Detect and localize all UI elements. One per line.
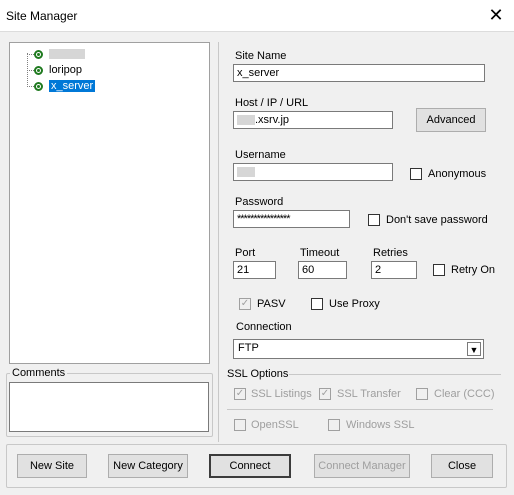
new-category-button[interactable]: New Category [108, 454, 188, 478]
password-field[interactable]: **************** [233, 210, 350, 228]
tree-item-loripop[interactable]: loripop [34, 63, 82, 77]
ssl-transfer-checkbox[interactable]: ✓ [319, 388, 331, 400]
clear-ccc-label: Clear (CCC) [434, 388, 495, 400]
redacted-host-prefix [237, 115, 255, 126]
new-site-button[interactable]: New Site [17, 454, 87, 478]
openssl-radio[interactable] [234, 419, 246, 431]
retry-on-checkbox[interactable] [433, 264, 445, 276]
tree-item-x-server[interactable]: x_server [34, 79, 96, 93]
comments-field[interactable] [9, 382, 209, 432]
connect-button[interactable]: Connect [209, 454, 291, 478]
password-label: Password [235, 196, 284, 208]
site-name-field[interactable]: x_server [233, 64, 485, 82]
host-field[interactable]: .xsrv.jp [233, 111, 393, 129]
comments-label: Comments [10, 367, 68, 379]
chevron-down-icon[interactable]: ▼ [467, 342, 481, 356]
pasv-checkbox[interactable]: ✓ [239, 298, 251, 310]
retries-label: Retries [373, 247, 408, 259]
connection-label: Connection [236, 321, 292, 333]
timeout-field[interactable]: 60 [298, 261, 347, 279]
anonymous-checkbox[interactable] [410, 168, 422, 180]
site-name-label: Site Name [235, 50, 287, 62]
port-field[interactable]: 21 [233, 261, 276, 279]
dont-save-password-checkbox[interactable] [368, 214, 380, 226]
use-proxy-label: Use Proxy [329, 298, 380, 310]
retry-on-label: Retry On [451, 264, 496, 276]
host-label: Host / IP / URL [235, 97, 309, 109]
title-bar: Site Manager ✕ [0, 0, 514, 32]
ssl-listings-label: SSL Listings [251, 388, 312, 400]
ssl-options-title: SSL Options [227, 368, 289, 380]
connect-manager-button[interactable]: Connect Manager [314, 454, 410, 478]
redacted-site-name [49, 49, 85, 59]
timeout-label: Timeout [300, 247, 340, 259]
panel-divider [218, 42, 219, 442]
site-icon [34, 65, 43, 75]
pasv-label: PASV [257, 298, 286, 310]
window-title: Site Manager [6, 9, 78, 23]
tree-item-label: loripop [49, 64, 83, 76]
ssl-divider [227, 409, 493, 410]
port-label: Port [235, 247, 256, 259]
site-tree[interactable]: loripop x_server [9, 42, 210, 364]
windows-ssl-label: Windows SSL [346, 419, 415, 431]
tree-connector [27, 54, 34, 55]
close-icon[interactable]: ✕ [486, 5, 506, 25]
connection-select[interactable]: FTP ▼ [233, 339, 484, 359]
ssl-options-rule [289, 374, 501, 375]
site-icon [34, 49, 43, 59]
ssl-listings-checkbox[interactable]: ✓ [234, 388, 246, 400]
site-icon [34, 81, 43, 91]
tree-item[interactable] [34, 47, 85, 61]
tree-item-label: x_server [49, 80, 96, 92]
openssl-label: OpenSSL [251, 419, 299, 431]
close-button[interactable]: Close [431, 454, 493, 478]
tree-connector [27, 86, 34, 87]
retries-field[interactable]: 2 [371, 261, 417, 279]
clear-ccc-checkbox[interactable] [416, 388, 428, 400]
ssl-transfer-label: SSL Transfer [337, 388, 401, 400]
anonymous-label: Anonymous [428, 168, 487, 180]
redacted-username [237, 167, 255, 178]
username-field[interactable] [233, 163, 393, 181]
dont-save-password-label: Don't save password [386, 214, 488, 226]
username-label: Username [235, 149, 286, 161]
advanced-button[interactable]: Advanced [416, 108, 486, 132]
tree-connector [27, 70, 34, 71]
use-proxy-checkbox[interactable] [311, 298, 323, 310]
windows-ssl-radio[interactable] [328, 419, 340, 431]
